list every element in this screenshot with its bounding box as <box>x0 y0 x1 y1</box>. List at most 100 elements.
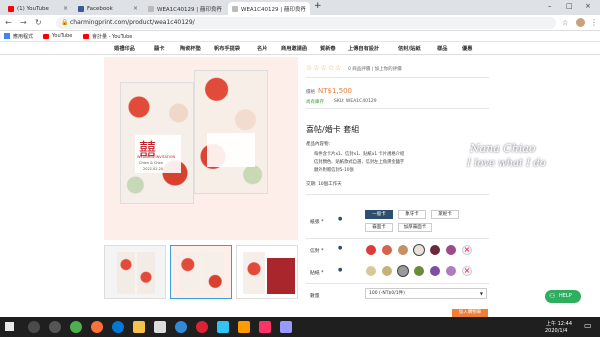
task-view-icon[interactable] <box>49 321 61 333</box>
url-text: charmingprint.com/product/wea1c40129/ <box>70 19 195 26</box>
reload-icon[interactable]: ↻ <box>35 18 42 27</box>
menu-item[interactable]: 上傳自有設計 <box>348 45 379 52</box>
windows-start-icon[interactable] <box>5 322 14 331</box>
product-main-image[interactable]: 囍 WEDDING INVITATION Chien & Chen 2022.0… <box>104 57 298 240</box>
divider <box>306 108 489 109</box>
paper-option[interactable]: 萊妮卡 <box>431 210 459 219</box>
thumbnail-selected[interactable] <box>170 245 232 299</box>
forward-icon[interactable]: → <box>20 18 27 27</box>
envelope-swatch[interactable] <box>398 245 408 255</box>
card-names: Chien & Chen <box>139 161 163 165</box>
paper-option[interactable]: 加厚霧面卡 <box>398 223 432 232</box>
menu-item[interactable]: 優惠 <box>462 45 472 52</box>
sticker-swatch[interactable] <box>430 266 440 276</box>
youtube-icon <box>43 34 49 39</box>
bookmark-accounting[interactable]: 會計量 - YouTube <box>92 33 132 40</box>
close-icon[interactable]: × <box>63 5 68 12</box>
quantity-value: 100 (-NT$0/1件) <box>369 291 405 296</box>
new-tab-button[interactable]: + <box>314 1 322 11</box>
card-text-panel <box>207 133 255 167</box>
sticker-swatch[interactable] <box>382 266 392 276</box>
avatar[interactable] <box>576 18 585 27</box>
menu-item[interactable]: 賀新春 <box>320 45 336 52</box>
tab-product-2[interactable]: WEA1C40129 | 囍印良行 × <box>228 2 310 15</box>
edge-icon[interactable] <box>112 321 124 333</box>
indesign-icon[interactable] <box>259 321 271 333</box>
invitation-card-front: 囍 WEDDING INVITATION Chien & Chen 2022.0… <box>120 82 194 204</box>
menu-item[interactable]: 帆布手提袋 <box>214 45 240 52</box>
illustrator-icon[interactable] <box>238 321 250 333</box>
menu-dots-icon[interactable]: ⋮ <box>590 18 598 27</box>
paper-option[interactable]: 一般卡 <box>365 210 393 219</box>
thumbnail-card <box>179 252 201 294</box>
menu-item[interactable]: 樣品 <box>437 45 447 52</box>
minimize-icon[interactable]: – <box>548 2 552 10</box>
bullet-item: 每件含卡片x1、信封x1、貼紙x1 卡片規格介紹 <box>314 152 405 157</box>
divider <box>306 194 489 195</box>
info-icon[interactable]: ● <box>338 245 342 251</box>
sticker-swatch[interactable] <box>414 266 424 276</box>
url-field[interactable]: 🔒 charmingprint.com/product/wea1c40129/ <box>56 17 556 29</box>
firefox-icon[interactable] <box>91 321 103 333</box>
thumbnail[interactable] <box>236 245 298 299</box>
thumbnail[interactable] <box>104 245 166 299</box>
envelope-swatch[interactable] <box>446 245 456 255</box>
menu-item[interactable]: 婚禮印品 <box>114 45 135 52</box>
store-icon[interactable] <box>154 321 166 333</box>
app-icon[interactable] <box>175 321 187 333</box>
tab-facebook[interactable]: Facebook × <box>74 2 142 15</box>
close-icon[interactable]: × <box>217 5 222 12</box>
menu-item[interactable]: 陶瓷杯墊 <box>180 45 201 52</box>
sticker-none-icon[interactable]: × <box>462 266 472 276</box>
paper-option[interactable]: 象牙卡 <box>398 210 426 219</box>
chrome-icon[interactable] <box>70 321 82 333</box>
tab-youtube[interactable]: (1) YouTube × <box>4 2 72 15</box>
premiere-icon[interactable] <box>280 321 292 333</box>
sticker-swatch-selected[interactable] <box>398 266 408 276</box>
bookmark-apps[interactable]: 應用程式 <box>13 33 33 40</box>
clock-date[interactable]: 2020/1/4 <box>545 328 567 334</box>
maximize-icon[interactable]: □ <box>566 2 573 10</box>
star-icon[interactable]: ☆ <box>562 19 568 27</box>
facebook-icon <box>78 5 84 12</box>
sticker-swatch[interactable] <box>446 266 456 276</box>
envelope-label: 信封 * <box>310 249 324 254</box>
close-icon[interactable]: × <box>301 5 306 12</box>
paper-option[interactable]: 霧面卡 <box>365 223 393 232</box>
info-icon[interactable]: ● <box>338 267 342 273</box>
info-icon[interactable]: ● <box>338 216 342 222</box>
bookmark-youtube[interactable]: YouTube <box>52 33 72 39</box>
rating-stars-icon[interactable]: ☆☆☆☆☆ <box>306 64 342 72</box>
chevron-down-icon: ▼ <box>479 291 483 296</box>
sticker-swatch[interactable] <box>366 266 376 276</box>
clock-time[interactable]: 上午 12:44 <box>546 320 572 327</box>
search-icon[interactable] <box>28 321 40 333</box>
overlay-line-2: I love what I do <box>467 158 546 169</box>
menu-item[interactable]: 商用邀請函 <box>281 45 307 52</box>
lead-time: 交期: 10個工作天 <box>306 182 342 187</box>
menu-item[interactable]: 名片 <box>257 45 267 52</box>
back-icon[interactable]: ← <box>5 18 12 27</box>
envelope-swatch[interactable] <box>366 245 376 255</box>
divider <box>306 77 489 78</box>
youtube-icon <box>83 34 89 39</box>
close-window-icon[interactable]: × <box>585 2 591 10</box>
add-to-cart-button[interactable]: 加入購物車 <box>452 309 488 317</box>
tab-product-1[interactable]: WEA1C40129 | 囍印良行 × <box>144 2 226 15</box>
menu-item[interactable]: 囍卡 <box>154 45 164 52</box>
windows-taskbar: 上午 12:44 2020/1/4 ▭ <box>0 317 600 337</box>
envelope-swatch[interactable] <box>430 245 440 255</box>
envelope-none-icon[interactable]: × <box>462 245 472 255</box>
close-icon[interactable]: × <box>133 5 138 12</box>
envelope-swatch-selected[interactable] <box>414 245 424 255</box>
photoshop-icon[interactable] <box>217 321 229 333</box>
notification-icon[interactable]: ▭ <box>584 321 592 330</box>
folder-icon[interactable] <box>133 321 145 333</box>
rating-text[interactable]: 0 商品評價 | 加上你的評價 <box>348 66 402 72</box>
menu-item[interactable]: 信封/貼紙 <box>398 45 421 52</box>
quantity-select[interactable]: 100 (-NT$0/1件) ▼ <box>365 288 487 299</box>
thumbnail-card <box>137 252 155 294</box>
app-icon[interactable] <box>196 321 208 333</box>
envelope-swatch[interactable] <box>382 245 392 255</box>
help-button[interactable]: ⚇ HELP <box>545 290 581 303</box>
